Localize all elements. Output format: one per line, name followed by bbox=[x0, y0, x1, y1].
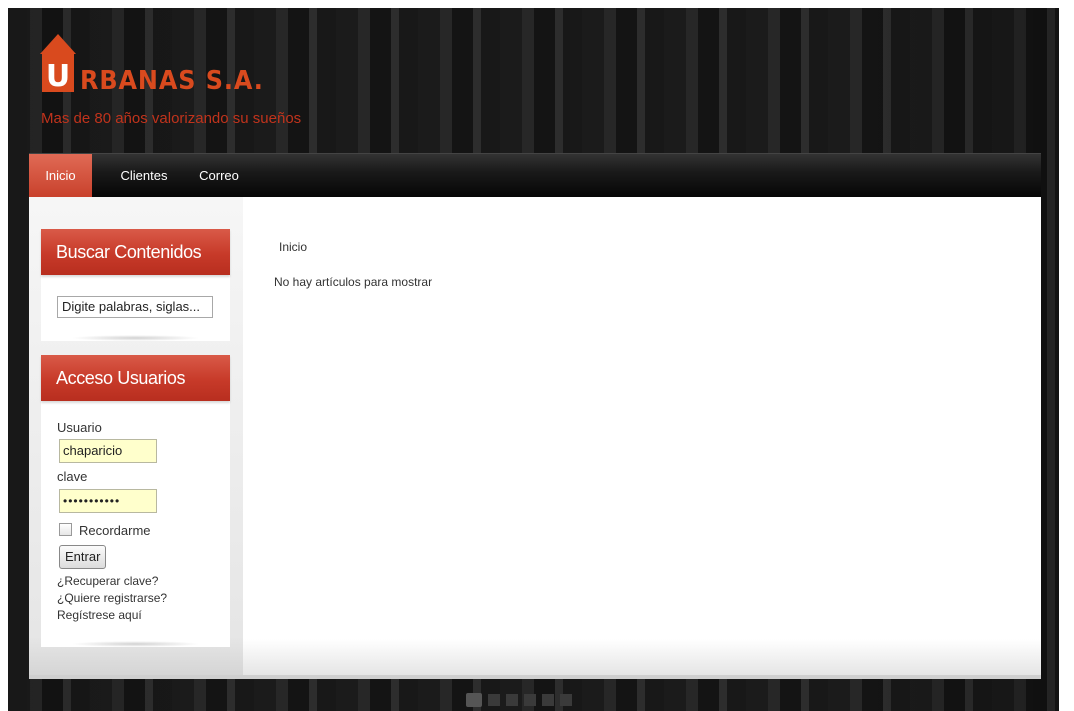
recover-password-link[interactable]: ¿Recuperar clave? bbox=[57, 574, 158, 588]
footer-credit-icon bbox=[488, 694, 578, 706]
footer-divider bbox=[29, 675, 1041, 679]
login-button[interactable]: Entrar bbox=[59, 545, 107, 569]
search-module-title: Buscar Contenidos bbox=[41, 229, 230, 275]
breadcrumb: Inicio bbox=[279, 240, 308, 254]
brand-name: RBANAS S.A. bbox=[80, 66, 264, 96]
nav-item-clientes[interactable]: Clientes bbox=[107, 154, 181, 198]
module-shadow bbox=[71, 641, 200, 647]
main-nav: Inicio Clientes Correo bbox=[29, 153, 1041, 198]
content-panel: Buscar Contenidos Digite palabras, sigla… bbox=[29, 197, 1041, 675]
nav-item-correo[interactable]: Correo bbox=[189, 154, 249, 198]
username-field[interactable]: chaparicio bbox=[59, 439, 157, 463]
logo-initial: U bbox=[46, 59, 70, 94]
main-bottom-shade bbox=[243, 639, 1041, 675]
register-here-link[interactable]: Regístrese aquí bbox=[57, 608, 142, 622]
login-module-title: Acceso Usuarios bbox=[41, 355, 230, 401]
password-field[interactable]: ••••••••••• bbox=[59, 489, 157, 513]
remember-label: Recordarme bbox=[79, 523, 151, 538]
nav-item-inicio[interactable]: Inicio bbox=[29, 154, 92, 198]
search-input[interactable]: Digite palabras, siglas... bbox=[57, 296, 213, 318]
site-tagline: Mas de 80 años valorizando su sueños bbox=[41, 110, 302, 127]
register-question-link[interactable]: ¿Quiere registrarse? bbox=[57, 591, 167, 605]
remember-checkbox[interactable] bbox=[59, 523, 72, 536]
search-module: Buscar Contenidos Digite palabras, sigla… bbox=[41, 229, 230, 341]
module-shadow bbox=[71, 335, 200, 341]
login-module: Acceso Usuarios Usuario chaparicio clave… bbox=[41, 355, 230, 647]
site-logo[interactable]: U RBANAS S.A. bbox=[38, 32, 298, 104]
house-logo-icon: U bbox=[40, 34, 76, 94]
password-label: clave bbox=[57, 469, 88, 484]
sidebar: Buscar Contenidos Digite palabras, sigla… bbox=[29, 197, 243, 675]
username-label: Usuario bbox=[57, 420, 102, 435]
empty-articles-message: No hay artículos para mostrar bbox=[274, 275, 433, 289]
footer-logo-icon bbox=[466, 693, 482, 707]
